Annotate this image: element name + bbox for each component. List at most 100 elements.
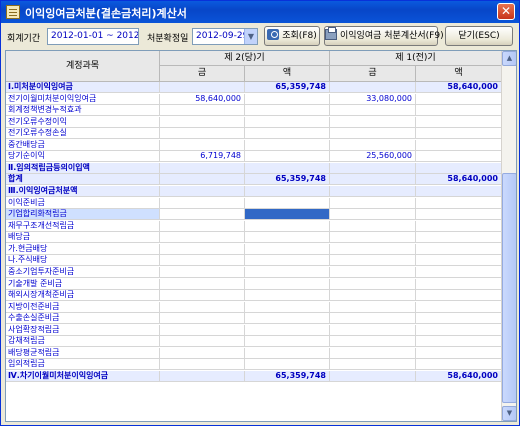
- account-name-cell[interactable]: 기업합리화적립금: [6, 209, 160, 221]
- amount-cell[interactable]: [160, 290, 245, 302]
- amount-cell[interactable]: [160, 209, 245, 221]
- amount-cell[interactable]: [330, 266, 416, 278]
- amount-cell[interactable]: [416, 336, 502, 348]
- amount-cell[interactable]: [245, 347, 330, 359]
- account-name-cell[interactable]: 사업확장적립금: [6, 324, 160, 336]
- amount-cell[interactable]: [245, 313, 330, 325]
- amount-cell[interactable]: [160, 139, 245, 151]
- amount-cell[interactable]: [330, 128, 416, 140]
- amount-cell[interactable]: [245, 359, 330, 371]
- amount-cell[interactable]: [245, 105, 330, 117]
- amount-cell[interactable]: [160, 255, 245, 267]
- amount-cell[interactable]: [330, 313, 416, 325]
- amount-cell[interactable]: [245, 151, 330, 163]
- period-field[interactable]: 2012-01-01 ~ 2012-12-31: [47, 28, 139, 45]
- amount-cell[interactable]: 58,640,000: [416, 174, 502, 186]
- amount-cell[interactable]: [416, 255, 502, 267]
- amount-cell[interactable]: [245, 162, 330, 174]
- amount-cell[interactable]: [245, 116, 330, 128]
- account-name-cell[interactable]: Ⅰ.미처분이익잉여금: [6, 82, 160, 93]
- amount-cell[interactable]: [330, 220, 416, 232]
- amount-cell[interactable]: [330, 278, 416, 290]
- amount-cell[interactable]: [330, 162, 416, 174]
- amount-cell[interactable]: [330, 139, 416, 151]
- amount-cell[interactable]: 6,719,748: [160, 151, 245, 163]
- amount-cell[interactable]: [416, 186, 502, 198]
- account-name-cell[interactable]: 이익준비금: [6, 197, 160, 209]
- account-name-cell[interactable]: Ⅲ.이익잉여금처분액: [6, 186, 160, 198]
- amount-cell[interactable]: [245, 278, 330, 290]
- table-row[interactable]: 중간배당금: [6, 139, 502, 151]
- table-row[interactable]: 기술개발 준비금: [6, 278, 502, 290]
- table-row[interactable]: 전기이월미처분이익잉여금 58,640,000 33,080,000: [6, 93, 502, 105]
- table-row[interactable]: Ⅰ.미처분이익잉여금 65,359,748 58,640,000: [6, 82, 502, 93]
- amount-cell[interactable]: [160, 105, 245, 117]
- amount-cell[interactable]: [330, 232, 416, 244]
- amount-cell[interactable]: [245, 336, 330, 348]
- amount-cell[interactable]: [416, 116, 502, 128]
- print-statement-button[interactable]: 이익잉여금 처분계산서(F9): [324, 26, 444, 46]
- amount-cell[interactable]: [330, 209, 416, 221]
- amount-cell[interactable]: [160, 243, 245, 255]
- title-bar[interactable]: 이익잉여금처분(결손금처리)계산서 ✕: [1, 1, 519, 23]
- amount-cell[interactable]: [245, 220, 330, 232]
- scroll-thumb[interactable]: [502, 173, 516, 403]
- amount-cell[interactable]: [245, 186, 330, 198]
- table-row[interactable]: 전기오류수정손실: [6, 128, 502, 140]
- account-name-cell[interactable]: 가.현금배당: [6, 243, 160, 255]
- account-name-cell[interactable]: 감채적립금: [6, 336, 160, 348]
- amount-cell[interactable]: [160, 371, 245, 382]
- amount-cell[interactable]: [160, 232, 245, 244]
- amount-cell[interactable]: [160, 197, 245, 209]
- amount-cell[interactable]: 58,640,000: [416, 371, 502, 382]
- amount-cell[interactable]: [160, 301, 245, 313]
- amount-cell[interactable]: [330, 243, 416, 255]
- amount-cell[interactable]: [416, 209, 502, 221]
- amount-cell[interactable]: 65,359,748: [245, 82, 330, 93]
- amount-cell[interactable]: [245, 197, 330, 209]
- amount-cell[interactable]: [245, 209, 330, 221]
- amount-cell[interactable]: [416, 128, 502, 140]
- amount-cell[interactable]: [160, 278, 245, 290]
- account-name-cell[interactable]: 중소기업투자준비금: [6, 266, 160, 278]
- amount-cell[interactable]: [245, 232, 330, 244]
- account-name-cell[interactable]: 재무구조개선적립금: [6, 220, 160, 232]
- close-button[interactable]: 닫기(ESC): [445, 26, 513, 46]
- table-row[interactable]: 합계 65,359,748 58,640,000: [6, 174, 502, 186]
- amount-cell[interactable]: [416, 243, 502, 255]
- amount-cell[interactable]: [160, 116, 245, 128]
- amount-cell[interactable]: [330, 324, 416, 336]
- table-row[interactable]: 중소기업투자준비금: [6, 266, 502, 278]
- amount-cell[interactable]: 58,640,000: [416, 82, 502, 93]
- table-row[interactable]: 수출손실준비금: [6, 313, 502, 325]
- scroll-down-button[interactable]: ▼: [502, 406, 516, 421]
- amount-cell[interactable]: [330, 82, 416, 93]
- amount-cell[interactable]: [416, 197, 502, 209]
- amount-cell[interactable]: [416, 105, 502, 117]
- amount-cell[interactable]: [416, 278, 502, 290]
- amount-cell[interactable]: [416, 151, 502, 163]
- account-name-cell[interactable]: 회계정책변경누적효과: [6, 105, 160, 117]
- table-row[interactable]: 나.주식배당: [6, 255, 502, 267]
- amount-cell[interactable]: [330, 359, 416, 371]
- amount-cell[interactable]: [245, 139, 330, 151]
- table-row[interactable]: 이익준비금: [6, 197, 502, 209]
- amount-cell[interactable]: [160, 162, 245, 174]
- amount-cell[interactable]: [160, 336, 245, 348]
- amount-cell[interactable]: [330, 255, 416, 267]
- table-row[interactable]: Ⅲ.이익잉여금처분액: [6, 186, 502, 198]
- amount-cell[interactable]: [160, 324, 245, 336]
- amount-cell[interactable]: [160, 174, 245, 186]
- amount-cell[interactable]: [160, 359, 245, 371]
- amount-cell[interactable]: [416, 139, 502, 151]
- account-name-cell[interactable]: 당기순이익: [6, 151, 160, 163]
- amount-cell[interactable]: [416, 220, 502, 232]
- amount-cell[interactable]: [416, 266, 502, 278]
- amount-cell[interactable]: 65,359,748: [245, 174, 330, 186]
- account-name-cell[interactable]: 전기오류수정손실: [6, 128, 160, 140]
- amount-cell[interactable]: [330, 301, 416, 313]
- date-select[interactable]: 2012-09-29 ▼: [192, 28, 258, 45]
- account-name-cell[interactable]: 합계: [6, 174, 160, 186]
- account-name-cell[interactable]: 기술개발 준비금: [6, 278, 160, 290]
- account-name-cell[interactable]: Ⅳ.차기이월미처분이익잉여금: [6, 371, 160, 382]
